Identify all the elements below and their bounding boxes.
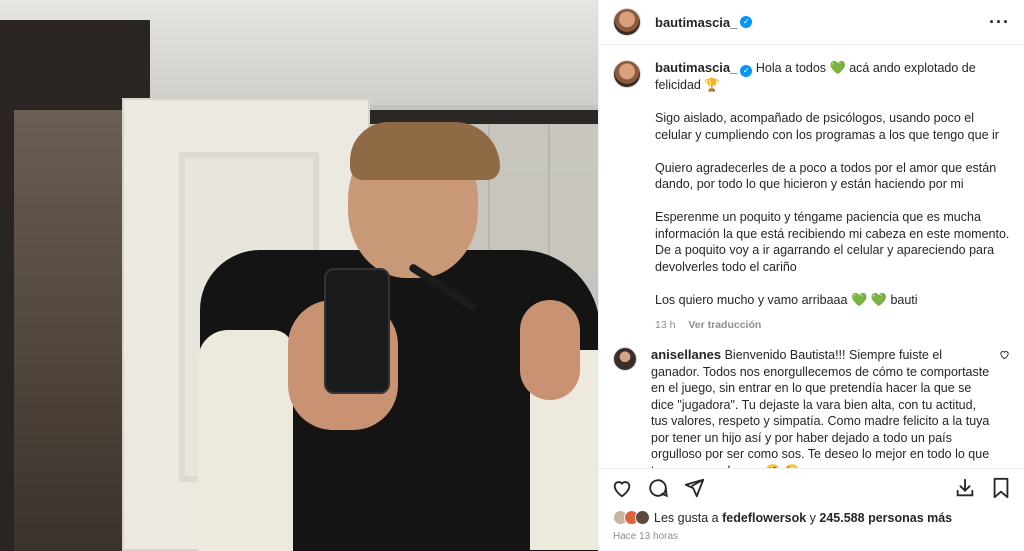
likes-prefix: Les gusta a [654, 510, 719, 525]
photo-phone [324, 268, 390, 394]
comment-like-icon[interactable] [999, 349, 1010, 468]
post-timestamp: Hace 13 horas [613, 531, 679, 542]
action-bar-right [942, 475, 1014, 501]
comment-body: anisellanes Bienvenido Bautista!!! Siemp… [651, 347, 991, 468]
likes-count[interactable]: 245.588 personas más [819, 511, 952, 525]
caption-avatar[interactable] [613, 60, 641, 88]
more-icon[interactable]: ··· [989, 12, 1010, 33]
comment-username[interactable]: anisellanes [651, 347, 721, 362]
translate-link[interactable]: Ver traducción [688, 319, 761, 331]
comment-text: Bienvenido Bautista!!! Siempre fuiste el… [651, 348, 990, 468]
caption-time: 13 h [655, 318, 676, 331]
caption-paragraph-4a: Los quiero mucho y vamo arribaaa [655, 292, 848, 307]
photo-sleeve-left [198, 330, 293, 551]
likes-user[interactable]: fedeflowersok [722, 511, 806, 525]
heart-icon[interactable] [609, 475, 635, 501]
caption-paragraph-4b: bauti [890, 292, 918, 307]
comment-item: anisellanes Bienvenido Bautista!!! Siemp… [613, 347, 1010, 468]
trophy-emoji: 🏆 [704, 78, 720, 92]
header-username[interactable]: bautimascia_ [655, 15, 737, 30]
comment-avatar[interactable] [613, 347, 637, 371]
caption-body: bautimascia_ ✓ Hola a todos 💚 acá ando ex… [655, 60, 1010, 333]
likes-joiner: y [809, 510, 816, 525]
action-bar [599, 468, 1024, 506]
liker-avatars [613, 510, 650, 525]
post-header: bautimascia_ ✓ ··· [599, 0, 1024, 45]
photo-doorway [14, 110, 132, 551]
green-hearts-emoji: 💚 💚 [850, 291, 887, 307]
caption-paragraph-3: Esperenme un poquito y téngame paciencia… [655, 210, 1010, 274]
post-photo[interactable] [0, 0, 598, 551]
bookmark-icon[interactable] [988, 475, 1014, 501]
comments-section[interactable]: bautimascia_ ✓ Hola a todos 💚 acá ando ex… [599, 46, 1024, 468]
caption-line1a: Hola a todos [755, 61, 827, 75]
verified-icon: ✓ [740, 16, 753, 28]
avatar[interactable] [613, 8, 641, 36]
caption: bautimascia_ ✓ Hola a todos 💚 acá ando ex… [613, 60, 1010, 333]
verified-icon: ✓ [740, 65, 753, 77]
caption-paragraph-2: Quiero agradecerles de a poco a todos po… [655, 160, 997, 192]
likes-summary: Les gusta a fedeflowersok y 245.588 pers… [613, 510, 1010, 525]
post-side-panel: bautimascia_ ✓ ··· bautimascia_ ✓ Hola a … [598, 0, 1024, 551]
comment-icon[interactable] [645, 475, 671, 501]
share-icon[interactable] [681, 475, 707, 501]
photo-thumb [520, 300, 580, 400]
photo-hair [350, 122, 500, 180]
caption-username[interactable]: bautimascia_ [655, 60, 737, 75]
liker-avatar [635, 510, 650, 525]
caption-paragraph-1: Sigo aislado, acompañado de psicólogos, … [655, 111, 999, 142]
green-heart-emoji: 💚 [829, 60, 846, 75]
download-icon[interactable] [952, 475, 978, 501]
caption-meta: 13 h Ver traducción [655, 317, 1010, 334]
